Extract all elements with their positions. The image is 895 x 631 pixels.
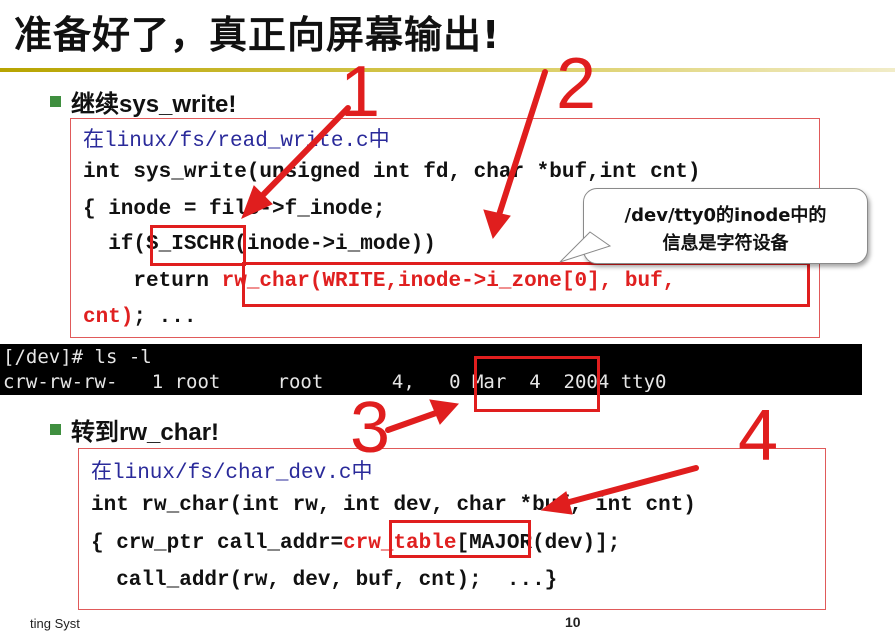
arrow-3	[385, 410, 439, 433]
callout-pointer	[559, 231, 612, 263]
arrow-4	[559, 465, 699, 507]
annotation-number-2: 2	[556, 44, 597, 124]
page-number: 10	[565, 614, 581, 630]
annotation-number-4: 4	[738, 396, 779, 476]
annotation-number-3: 3	[350, 388, 391, 468]
arrow-2	[495, 69, 548, 221]
arrow-2-head	[483, 209, 511, 240]
arrow-4-head	[540, 491, 573, 515]
footer-course-name: ting Syst	[30, 616, 80, 631]
annotation-number-1: 1	[340, 52, 381, 132]
arrow-1	[255, 105, 351, 203]
annotation-arrows	[241, 69, 699, 515]
